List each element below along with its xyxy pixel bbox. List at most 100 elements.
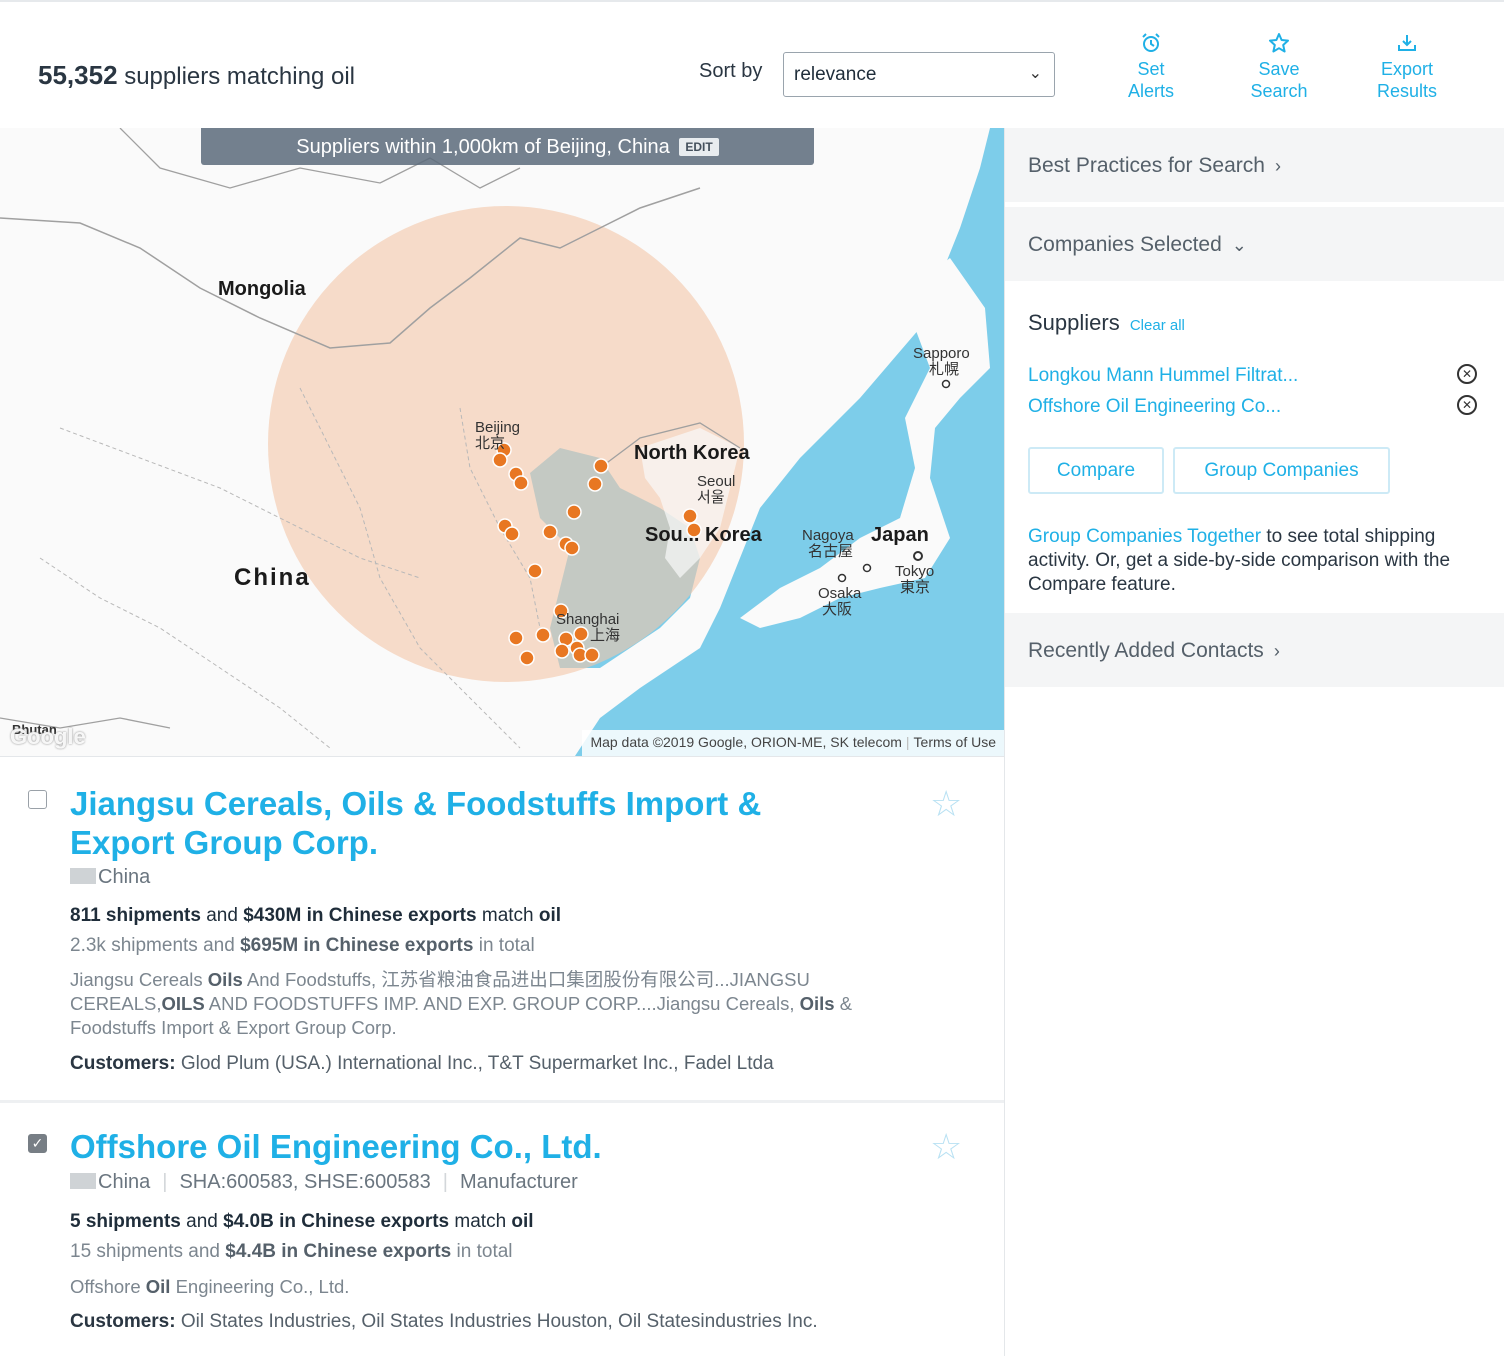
match-value: $4.0B in Chinese exports (223, 1211, 450, 1232)
map-city-beijing: Beijing 北京 (475, 420, 520, 452)
remove-circle-icon[interactable]: ✕ (1457, 364, 1477, 384)
map-city-sapporo: Sapporo 札幌 (913, 346, 970, 378)
map-terms-link[interactable]: Terms of Use (914, 734, 996, 750)
results-count: 55,352 suppliers matching oil (38, 60, 355, 91)
chevron-down-icon: ⌄ (1231, 235, 1247, 255)
selected-supplier-link[interactable]: Longkou Mann Hummel Filtrat... (1028, 365, 1298, 387)
result-country: China (98, 866, 151, 888)
desc-highlight: Oil (145, 1276, 171, 1297)
result-match-summary: 811 shipments and $430M in Chinese expor… (70, 905, 561, 927)
customers-list: Glod Plum (USA.) International Inc., T&T… (180, 1053, 774, 1074)
sort-select-value: relevance (794, 64, 877, 85)
recently-added-contacts-link[interactable]: Recently Added Contacts › (1005, 613, 1504, 687)
chevron-right-icon: › (1273, 641, 1280, 661)
save-search-button[interactable]: Save Search (1229, 32, 1329, 102)
save-search-line1: Save (1258, 59, 1300, 79)
match-and: and (186, 1211, 218, 1232)
supplier-map[interactable]: Suppliers within 1,000km of Beijing, Chi… (0, 128, 1004, 756)
total-shipments: 2.3k shipments (70, 935, 198, 956)
total-suffix: in total (456, 1241, 513, 1262)
group-companies-button[interactable]: Group Companies (1173, 447, 1390, 494)
desc-highlight: OILS (161, 993, 205, 1014)
match-text: match (481, 905, 534, 926)
result-total-summary: 2.3k shipments and $695M in Chinese expo… (70, 935, 535, 957)
map-city-osaka: Osaka 大阪 (818, 586, 861, 618)
map-city-seoul-en: Seoul (697, 473, 736, 490)
match-term: oil (538, 905, 562, 926)
match-value: $430M in Chinese exports (243, 905, 477, 926)
supplier-marker (564, 540, 580, 556)
result-meta: China (70, 866, 150, 889)
set-alerts-line2: Alerts (1127, 81, 1174, 101)
remove-circle-icon[interactable]: ✕ (1457, 395, 1477, 415)
result-company-type: Manufacturer (459, 1171, 578, 1193)
companies-selected-toggle[interactable]: Companies Selected ⌄ (1005, 207, 1504, 281)
match-text: match (454, 1211, 507, 1232)
favorite-star-icon[interactable]: ☆ (930, 1126, 962, 1168)
match-term: oil (511, 1211, 534, 1232)
result-card: ✓ Offshore Oil Engineering Co., Ltd. ☆ C… (0, 1100, 1004, 1356)
supplier-marker (527, 563, 543, 579)
map-radius-text: Suppliers within 1,000km of Beijing, Chi… (296, 136, 670, 158)
supplier-marker (682, 508, 698, 524)
recently-added-contacts-label: Recently Added Contacts (1028, 639, 1264, 662)
map-label-japan: Japan (871, 524, 929, 546)
map-city-seoul: Seoul 서울 (697, 474, 735, 506)
download-icon (1357, 32, 1457, 58)
set-alerts-button[interactable]: Set Alerts (1101, 32, 1201, 102)
city-dot-osaka (837, 573, 847, 583)
supplier-marker (587, 476, 603, 492)
map-city-beijing-en: Beijing (475, 419, 521, 436)
supplier-marker (513, 475, 529, 491)
map-city-tokyo-jp: 東京 (900, 579, 931, 596)
selected-supplier-link[interactable]: Offshore Oil Engineering Co... (1028, 396, 1281, 418)
results-count-label: suppliers matching oil (124, 63, 355, 90)
result-customers: Customers: Oil States Industries, Oil St… (70, 1311, 818, 1333)
total-value: $4.4B in Chinese exports (225, 1241, 452, 1262)
export-results-button[interactable]: Export Results (1357, 32, 1457, 102)
map-attribution-text: Map data ©2019 Google, ORION-ME, SK tele… (590, 734, 902, 750)
map-city-shanghai-en: Shanghai (556, 611, 620, 628)
google-logo: Google (10, 724, 86, 749)
supplier-marker (492, 452, 508, 468)
export-results-line1: Export (1380, 59, 1434, 79)
map-city-tokyo: Tokyo 東京 (895, 564, 934, 596)
supplier-marker (566, 504, 582, 520)
map-city-shanghai-cn: 上海 (590, 627, 621, 644)
best-practices-link[interactable]: Best Practices for Search › (1005, 128, 1504, 202)
sort-label: Sort by (699, 60, 763, 82)
companies-selected-label: Companies Selected (1028, 233, 1222, 256)
match-shipments: 811 shipments (70, 905, 201, 926)
group-companies-together-link[interactable]: Group Companies Together (1028, 526, 1261, 547)
result-select-checkbox[interactable] (28, 790, 47, 809)
clear-all-link[interactable]: Clear all (1130, 317, 1185, 334)
result-description: Jiangsu Cereals Oils And Foodstuffs, 江苏省… (70, 968, 910, 1040)
favorite-star-icon[interactable]: ☆ (930, 783, 962, 825)
compare-button[interactable]: Compare (1028, 447, 1164, 494)
result-title-link[interactable]: Offshore Oil Engineering Co., Ltd. (70, 1127, 830, 1166)
total-and: and (188, 1241, 220, 1262)
suppliers-heading: Suppliers Clear all (1028, 310, 1185, 336)
result-description: Offshore Oil Engineering Co., Ltd. (70, 1275, 910, 1299)
supplier-marker (508, 630, 524, 646)
customers-label: Customers: (70, 1053, 176, 1074)
map-city-sapporo-jp: 札幌 (929, 361, 960, 378)
desc-text: AND FOODSTUFFS IMP. AND EXP. GROUP CORP.… (204, 993, 800, 1014)
match-and: and (206, 905, 238, 926)
city-dot-nagoya (862, 563, 872, 573)
alarm-clock-icon (1101, 32, 1201, 58)
map-city-sapporo-en: Sapporo (913, 345, 970, 362)
result-title-link[interactable]: Jiangsu Cereals, Oils & Foodstuffs Impor… (70, 784, 830, 862)
results-header: 55,352 suppliers matching oil Sort by re… (0, 2, 1504, 128)
suppliers-title: Suppliers (1028, 310, 1120, 335)
star-outline-icon (1229, 32, 1329, 58)
sort-select[interactable]: relevance ⌄ (783, 52, 1055, 97)
map-label-north-korea: North Korea (634, 442, 750, 464)
edit-radius-button[interactable]: EDIT (679, 138, 719, 156)
supplier-marker (584, 647, 600, 663)
map-radius-banner: Suppliers within 1,000km of Beijing, Chi… (201, 128, 814, 165)
result-select-checkbox[interactable]: ✓ (28, 1134, 47, 1153)
set-alerts-line1: Set (1137, 59, 1165, 79)
result-match-summary: 5 shipments and $4.0B in Chinese exports… (70, 1211, 534, 1233)
supplier-marker (519, 650, 535, 666)
